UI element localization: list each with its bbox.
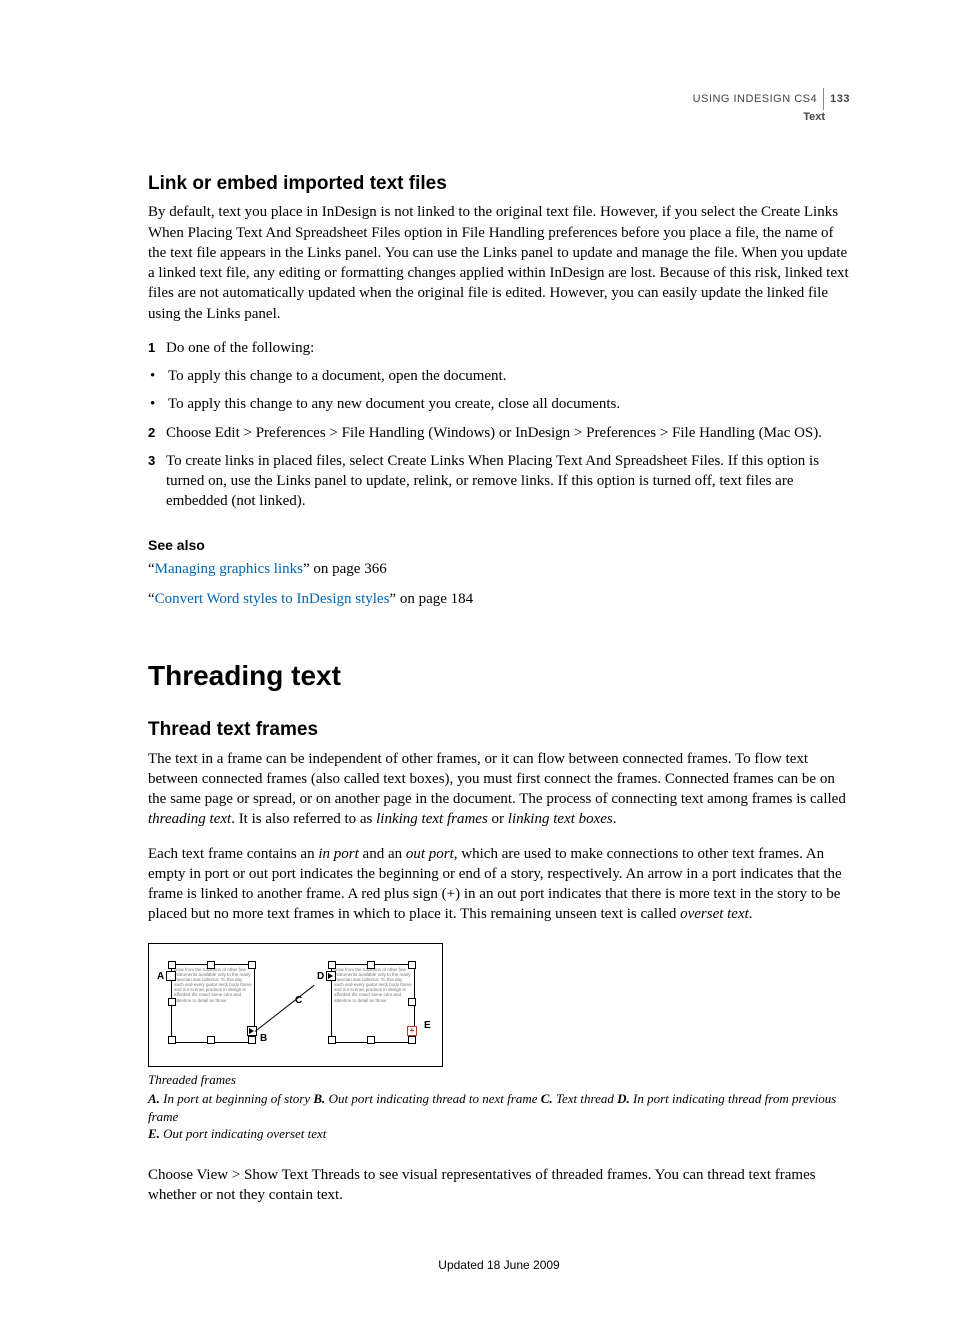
text: and an xyxy=(359,846,406,862)
text: Each text frame contains an xyxy=(148,846,318,862)
para-thread-1: The text in a frame can be independent o… xyxy=(148,749,850,830)
link-suffix: ” on page 184 xyxy=(389,591,473,607)
frame-handle xyxy=(168,961,176,969)
page: USING INDESIGN CS4 133 Text Link or embe… xyxy=(0,0,954,1333)
arrow-icon xyxy=(249,1028,254,1034)
bullet-icon: • xyxy=(148,366,168,386)
para-thread-2: Each text frame contains an in port and … xyxy=(148,844,850,925)
step-number: 1 xyxy=(148,338,166,358)
heading-threading-text: Threading text xyxy=(148,657,850,695)
term-out-port: out port xyxy=(406,846,454,862)
step-3: 3 To create links in placed files, selec… xyxy=(148,451,850,512)
legend-key: C. xyxy=(541,1091,553,1106)
step-text: To create links in placed files, select … xyxy=(166,451,850,512)
see-also-row: “Managing graphics links” on page 366 xyxy=(148,559,850,579)
text: . xyxy=(613,811,617,827)
step-1: 1 Do one of the following: xyxy=(148,338,850,358)
header-product: USING INDESIGN CS4 xyxy=(693,92,824,107)
step-text: To apply this change to any new document… xyxy=(168,394,850,414)
figure-canvas: grow from the traditions of other fine i… xyxy=(148,943,443,1067)
step-list: 1 Do one of the following: • To apply th… xyxy=(148,338,850,512)
frame-handle xyxy=(408,961,416,969)
frame-handle xyxy=(367,961,375,969)
arrow-icon xyxy=(328,973,333,979)
text: The text in a frame can be independent o… xyxy=(148,751,846,808)
figure-threaded-frames: grow from the traditions of other fine i… xyxy=(148,943,850,1143)
figure-label-a: A xyxy=(157,970,164,984)
frame-handle xyxy=(168,1036,176,1044)
legend-desc: Out port indicating overset text xyxy=(160,1126,326,1141)
figure-label-e: E xyxy=(424,1019,431,1033)
legend-key: A. xyxy=(148,1091,160,1106)
quote: “ xyxy=(148,591,155,607)
page-header: USING INDESIGN CS4 133 Text xyxy=(148,88,850,125)
header-section: Text xyxy=(148,110,850,125)
bullet-icon: • xyxy=(148,394,168,414)
legend-key: D. xyxy=(617,1091,630,1106)
link-suffix: ” on page 366 xyxy=(303,561,387,577)
para-link-embed: By default, text you place in InDesign i… xyxy=(148,202,850,324)
heading-link-embed: Link or embed imported text files xyxy=(148,171,850,197)
frame-handle xyxy=(328,1036,336,1044)
figure-label-d: D xyxy=(317,970,324,984)
page-number: 133 xyxy=(824,92,850,107)
heading-thread-frames: Thread text frames xyxy=(148,717,850,743)
step-text: Choose Edit > Preferences > File Handlin… xyxy=(166,423,850,443)
frame-handle xyxy=(248,961,256,969)
step-number: 3 xyxy=(148,451,166,512)
step-text: Do one of the following: xyxy=(166,338,850,358)
para-show-threads: Choose View > Show Text Threads to see v… xyxy=(148,1165,850,1206)
see-also-row: “Convert Word styles to InDesign styles”… xyxy=(148,589,850,609)
legend-desc: Out port indicating thread to next frame xyxy=(325,1091,540,1106)
frame-handle xyxy=(367,1036,375,1044)
term-linking-frames: linking text frames xyxy=(376,811,488,827)
frame-handle xyxy=(207,1036,215,1044)
legend-desc: Text thread xyxy=(553,1091,617,1106)
see-also-heading: See also xyxy=(148,536,850,555)
figure-label-b: B xyxy=(260,1032,267,1046)
legend-desc: In port at beginning of story xyxy=(160,1091,313,1106)
figure-label-c: C xyxy=(295,994,302,1008)
in-port-icon xyxy=(326,971,336,981)
term-in-port: in port xyxy=(318,846,358,862)
figure-legend: A. In port at beginning of story B. Out … xyxy=(148,1090,850,1143)
frame-handle xyxy=(248,1036,256,1044)
frame-handle xyxy=(168,998,176,1006)
figure-caption: Threaded frames xyxy=(148,1071,850,1089)
step-bullet: • To apply this change to a document, op… xyxy=(148,366,850,386)
quote: “ xyxy=(148,561,155,577)
text-frame-right: grow from the traditions of other fine i… xyxy=(331,964,415,1043)
frame-handle xyxy=(408,1036,416,1044)
step-text: To apply this change to a document, open… xyxy=(168,366,850,386)
text: or xyxy=(488,811,508,827)
frame-handle xyxy=(328,961,336,969)
text: . xyxy=(749,906,753,922)
step-bullet: • To apply this change to any new docume… xyxy=(148,394,850,414)
link-convert-word-styles[interactable]: Convert Word styles to InDesign styles xyxy=(155,591,390,607)
text-frame-left: grow from the traditions of other fine i… xyxy=(171,964,255,1043)
term-overset-text: overset text xyxy=(680,906,749,922)
overset-port-icon: + xyxy=(407,1026,417,1036)
thread-line xyxy=(255,984,315,1031)
frame-handle xyxy=(408,998,416,1006)
term-threading-text: threading text xyxy=(148,811,231,827)
frame-handle xyxy=(207,961,215,969)
link-managing-graphics[interactable]: Managing graphics links xyxy=(155,561,303,577)
legend-key: E. xyxy=(148,1126,160,1141)
step-2: 2 Choose Edit > Preferences > File Handl… xyxy=(148,423,850,443)
term-linking-boxes: linking text boxes xyxy=(508,811,613,827)
in-port-icon xyxy=(166,971,176,981)
step-number: 2 xyxy=(148,423,166,443)
footer-updated: Updated 18 June 2009 xyxy=(148,1257,850,1273)
legend-key: B. xyxy=(313,1091,325,1106)
text: . It is also referred to as xyxy=(231,811,376,827)
